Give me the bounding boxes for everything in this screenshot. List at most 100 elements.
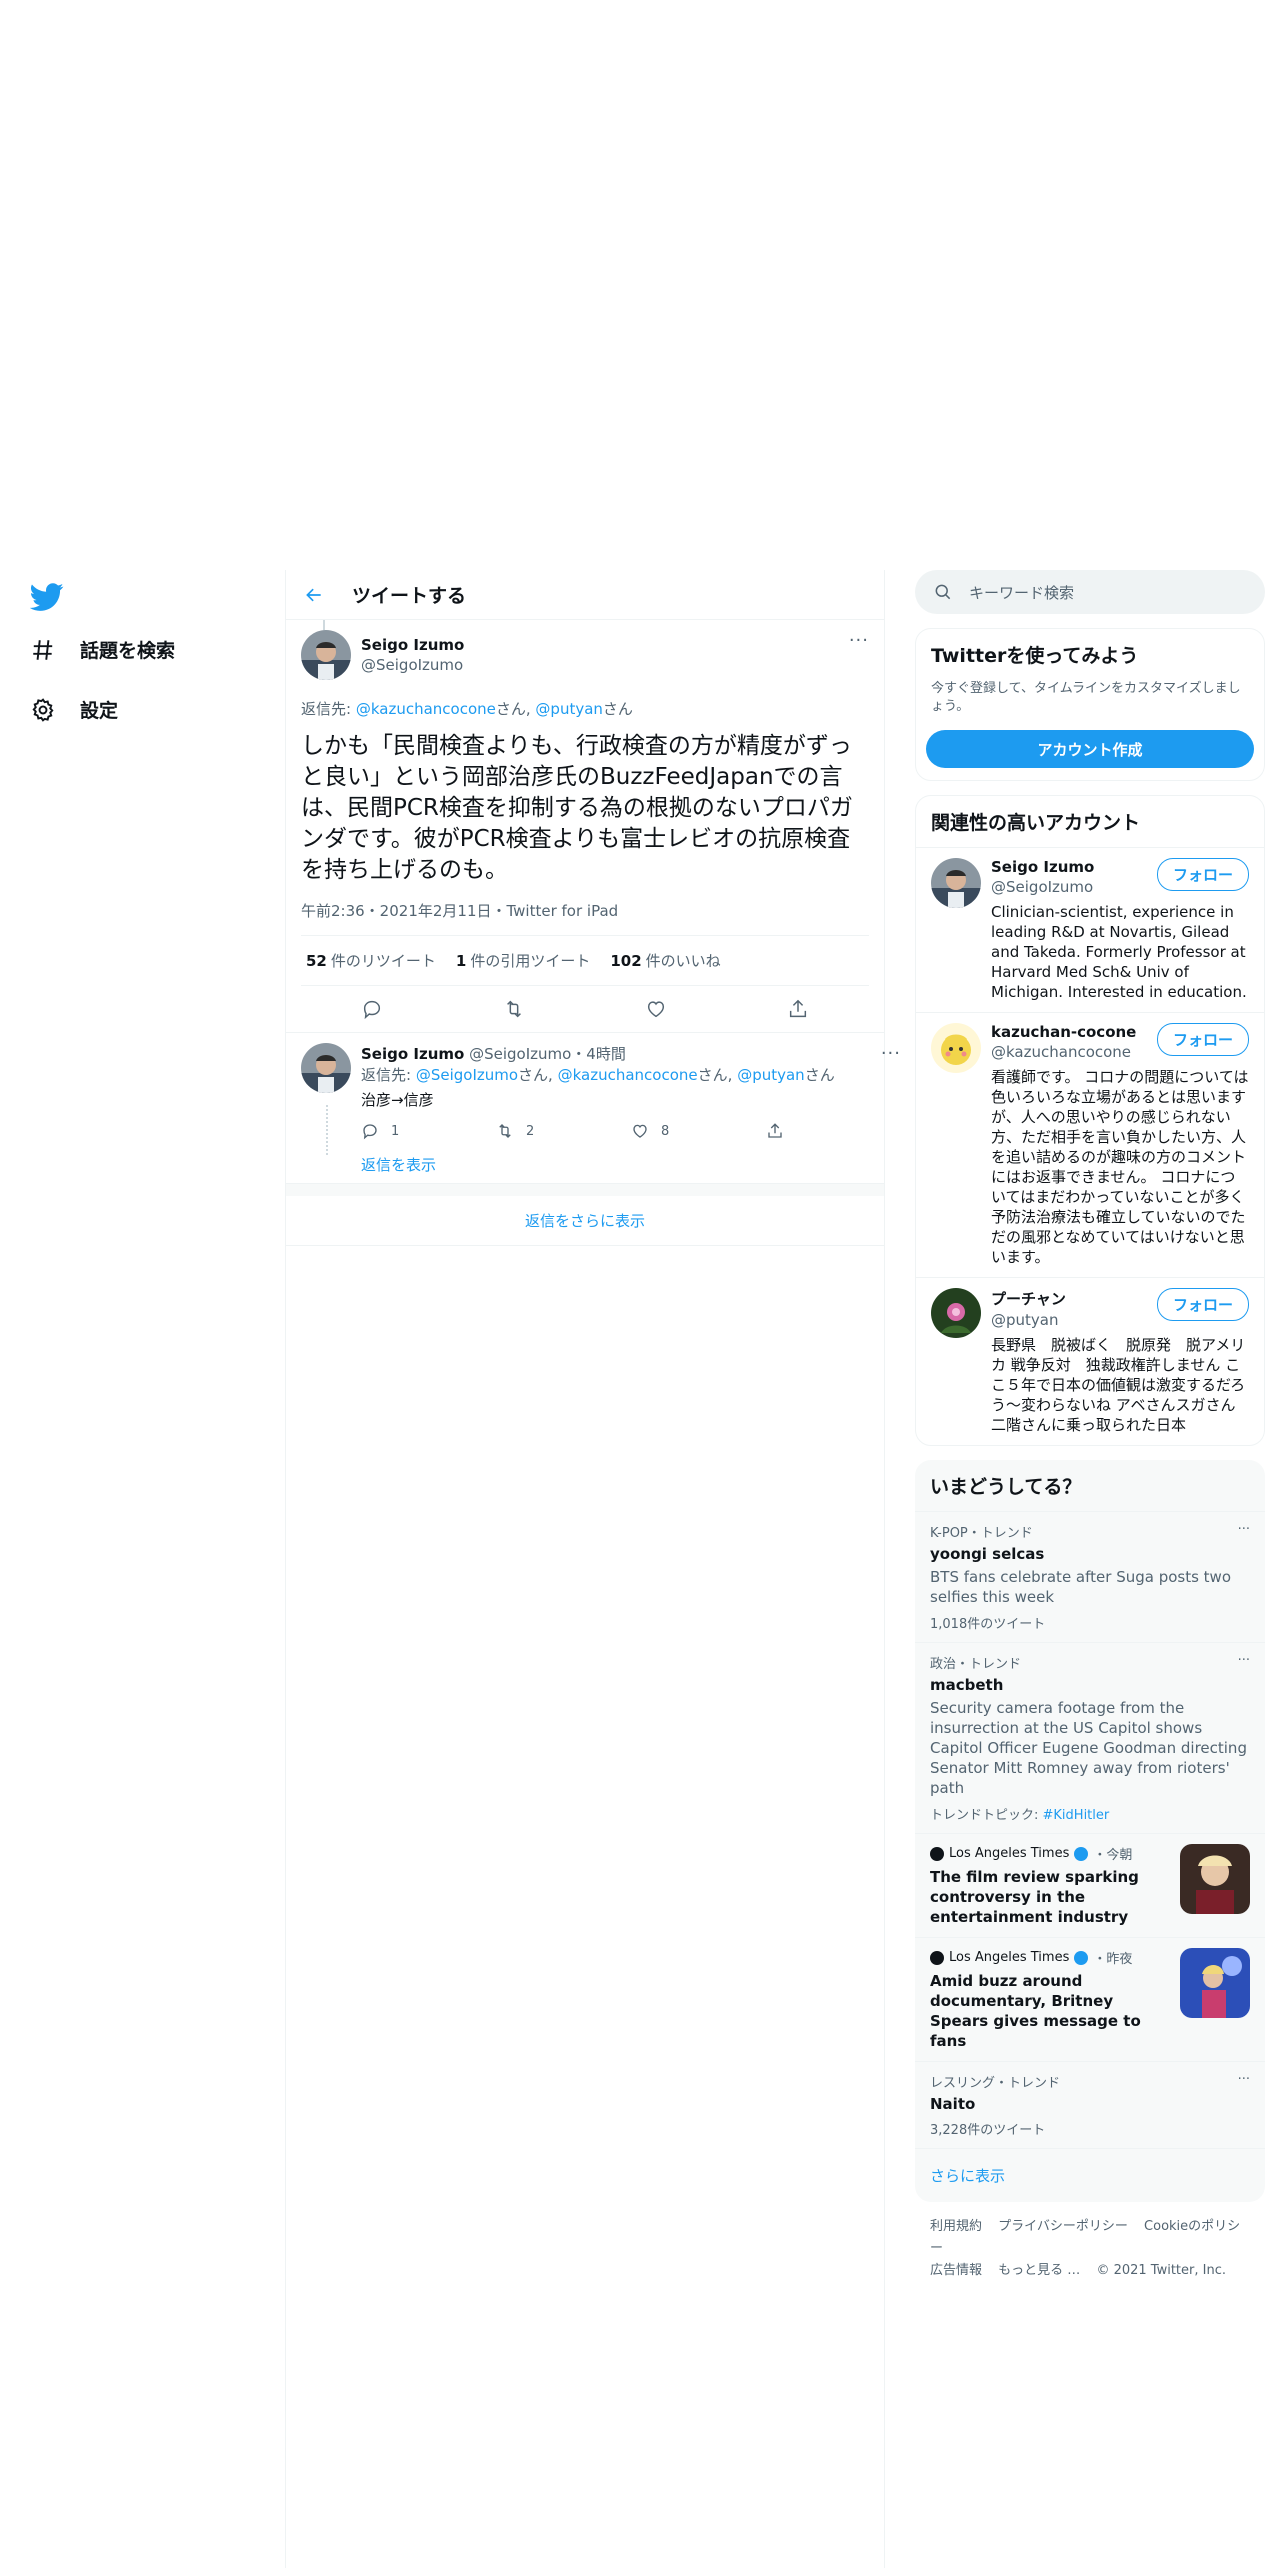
news-item[interactable]: Los Angeles Times ・今朝 The film review sp… bbox=[915, 1833, 1265, 1937]
verified-icon bbox=[1074, 1950, 1089, 1965]
reply-user-link[interactable]: @kazuchancocone bbox=[558, 1066, 698, 1084]
search-box[interactable]: キーワード検索 bbox=[915, 570, 1265, 614]
more-options-icon[interactable]: ··· bbox=[1238, 1653, 1250, 1672]
retweets-stat[interactable]: 52 件のリツイート bbox=[306, 950, 436, 971]
likes-stat[interactable]: 102 件のいいね bbox=[610, 950, 720, 971]
trend-description: BTS fans celebrate after Suga posts two … bbox=[930, 1568, 1232, 1606]
trend-name: macbeth bbox=[930, 1676, 1004, 1694]
account-item[interactable]: プーチャン @putyan フォロー 長野県 脱被ばく 脱原発 脱アメリカ 戦争… bbox=[916, 1277, 1264, 1445]
trend-item[interactable]: K-POP・トレンド ··· yoongi selcas BTS fans cel… bbox=[915, 1511, 1265, 1642]
avatar[interactable] bbox=[931, 1288, 981, 1338]
reply-user-link[interactable]: @putyan bbox=[535, 700, 603, 718]
show-replies-link[interactable]: 返信を表示 bbox=[361, 1154, 901, 1175]
reply-tweet[interactable]: Seigo Izumo @SeigoIzumo・4時間 ··· 返信先: @Se… bbox=[286, 1033, 900, 1184]
footer-more[interactable]: もっと見る … bbox=[998, 2263, 1080, 2278]
topic-link[interactable]: #KidHitler bbox=[1043, 1808, 1110, 1823]
twitter-logo-icon[interactable] bbox=[29, 580, 64, 614]
follow-button[interactable]: フォロー bbox=[1156, 1023, 1249, 1056]
more-options-icon[interactable]: ··· bbox=[1238, 2072, 1250, 2091]
thread-line bbox=[326, 1105, 328, 1155]
reply-user-link[interactable]: @putyan bbox=[737, 1066, 805, 1084]
tweet-meta[interactable]: 午前2:36・2021年2月11日・Twitter for iPad bbox=[301, 900, 869, 936]
search-input[interactable]: キーワード検索 bbox=[969, 582, 1074, 603]
create-account-button[interactable]: アカウント作成 bbox=[926, 730, 1254, 768]
verified-icon bbox=[1074, 1846, 1089, 1861]
page-title: ツイートする bbox=[352, 585, 467, 607]
tweet-actions bbox=[301, 986, 869, 1032]
quotes-stat[interactable]: 1 件の引用ツイート bbox=[456, 950, 590, 971]
like-icon bbox=[633, 1124, 647, 1138]
more-options-icon[interactable]: ··· bbox=[1238, 1522, 1250, 1541]
share-icon[interactable] bbox=[787, 998, 809, 1020]
reply-icon bbox=[363, 1124, 377, 1140]
like-count: 8 bbox=[661, 1123, 670, 1139]
account-bio: 長野県 脱被ばく 脱原発 脱アメリカ 戦争反対 独裁政権許しません ここ５年で日… bbox=[991, 1336, 1246, 1434]
author-name[interactable]: Seigo Izumo bbox=[361, 636, 839, 654]
reply-san: さん, bbox=[697, 1066, 738, 1084]
reply-icon[interactable] bbox=[361, 998, 383, 1020]
news-source: Los Angeles Times bbox=[949, 1846, 1070, 1861]
reply-handle-time: @SeigoIzumo・4時間 bbox=[469, 1045, 626, 1063]
footer-privacy[interactable]: プライバシーポリシー bbox=[998, 2219, 1128, 2234]
reply-text: 治彦→信彦 bbox=[361, 1091, 434, 1109]
account-name[interactable]: プーチャン bbox=[991, 1288, 1066, 1309]
reply-actions: 1 2 8 bbox=[361, 1122, 901, 1140]
trend-item[interactable]: 政治・トレンド ··· macbeth Security camera foota… bbox=[915, 1642, 1265, 1833]
trends-title: いまどうしてる？ bbox=[930, 1476, 1082, 1498]
account-item[interactable]: Seigo Izumo @SeigoIzumo フォロー Clinician-s… bbox=[916, 847, 1264, 1012]
reply-san: さん bbox=[602, 700, 633, 718]
relevant-title: 関連性の高いアカウント bbox=[931, 812, 1141, 834]
reply-user-link[interactable]: @SeigoIzumo bbox=[416, 1066, 518, 1084]
back-arrow-icon[interactable] bbox=[304, 585, 324, 605]
nav-explore[interactable]: 話題を検索 bbox=[30, 636, 175, 663]
show-more-replies-button[interactable]: 返信をさらに表示 bbox=[286, 1196, 884, 1246]
trend-meta: レスリング・トレンド bbox=[930, 2076, 1061, 2091]
trend-meta: 政治・トレンド bbox=[930, 1657, 1022, 1672]
avatar[interactable] bbox=[931, 858, 981, 908]
reply-user-link[interactable]: @kazuchancocone bbox=[356, 700, 496, 718]
share-icon bbox=[768, 1123, 782, 1138]
reply-button[interactable]: 1 bbox=[361, 1122, 496, 1140]
more-options-icon[interactable]: ··· bbox=[881, 1043, 901, 1064]
trends-card: いまどうしてる？ K-POP・トレンド ··· yoongi selcas BTS… bbox=[915, 1460, 1265, 2202]
avatar[interactable] bbox=[301, 1043, 351, 1093]
signup-title: Twitterを使ってみよう bbox=[931, 645, 1139, 667]
source-logo-icon bbox=[930, 1950, 944, 1965]
more-options-icon[interactable]: ··· bbox=[849, 630, 869, 651]
avatar[interactable] bbox=[301, 630, 351, 680]
account-bio: Clinician-scientist, experience in leadi… bbox=[991, 903, 1247, 1001]
retweet-button[interactable]: 2 bbox=[496, 1122, 631, 1140]
trend-topic: トレンドトピック: #KidHitler bbox=[930, 1804, 1250, 1823]
news-thumbnail bbox=[1180, 1844, 1250, 1914]
retweet-icon[interactable] bbox=[503, 998, 525, 1020]
reply-san: さん, bbox=[518, 1066, 558, 1084]
signup-description: 今すぐ登録して、タイムラインをカスタマイズしましょう。 bbox=[931, 681, 1241, 714]
author-handle[interactable]: @SeigoIzumo bbox=[361, 656, 839, 674]
news-time: ・今朝 bbox=[1093, 1848, 1133, 1863]
source-logo-icon bbox=[930, 1846, 944, 1861]
news-item[interactable]: Los Angeles Times ・昨夜 Amid buzz around d… bbox=[915, 1937, 1265, 2061]
account-handle: @SeigoIzumo bbox=[991, 878, 1094, 896]
trend-description: Security camera footage from the insurre… bbox=[930, 1699, 1247, 1797]
like-icon[interactable] bbox=[645, 998, 667, 1020]
show-more-link[interactable]: さらに表示 bbox=[915, 2148, 1265, 2202]
news-source: Los Angeles Times bbox=[949, 1950, 1070, 1965]
trend-item[interactable]: レスリング・トレンド ··· Naito 3,228件のツイート bbox=[915, 2061, 1265, 2148]
like-button[interactable]: 8 bbox=[631, 1122, 766, 1140]
account-name[interactable]: Seigo Izumo bbox=[991, 858, 1094, 876]
follow-button[interactable]: フォロー bbox=[1156, 1288, 1249, 1321]
account-name[interactable]: kazuchan-cocone bbox=[991, 1023, 1136, 1041]
account-item[interactable]: kazuchan-cocone @kazuchancocone フォロー 看護師… bbox=[916, 1012, 1264, 1277]
footer-terms[interactable]: 利用規約 bbox=[930, 2219, 982, 2234]
footer: 利用規約 プライバシーポリシー Cookieのポリシー 広告情報 もっと見る …… bbox=[915, 2202, 1265, 2296]
follow-button[interactable]: フォロー bbox=[1156, 858, 1249, 891]
avatar[interactable] bbox=[931, 1023, 981, 1073]
gear-icon bbox=[32, 697, 54, 722]
share-button[interactable] bbox=[766, 1122, 901, 1140]
reply-author-name[interactable]: Seigo Izumo bbox=[361, 1045, 464, 1063]
footer-ads[interactable]: 広告情報 bbox=[930, 2263, 982, 2278]
nav-explore-label: 話題を検索 bbox=[80, 640, 176, 662]
news-title: The film review sparking controversy in … bbox=[930, 1868, 1139, 1926]
nav-settings[interactable]: 設定 bbox=[30, 696, 118, 723]
relevant-accounts-card: 関連性の高いアカウント Seigo Izumo @SeigoIzumo フォロー… bbox=[915, 795, 1265, 1446]
